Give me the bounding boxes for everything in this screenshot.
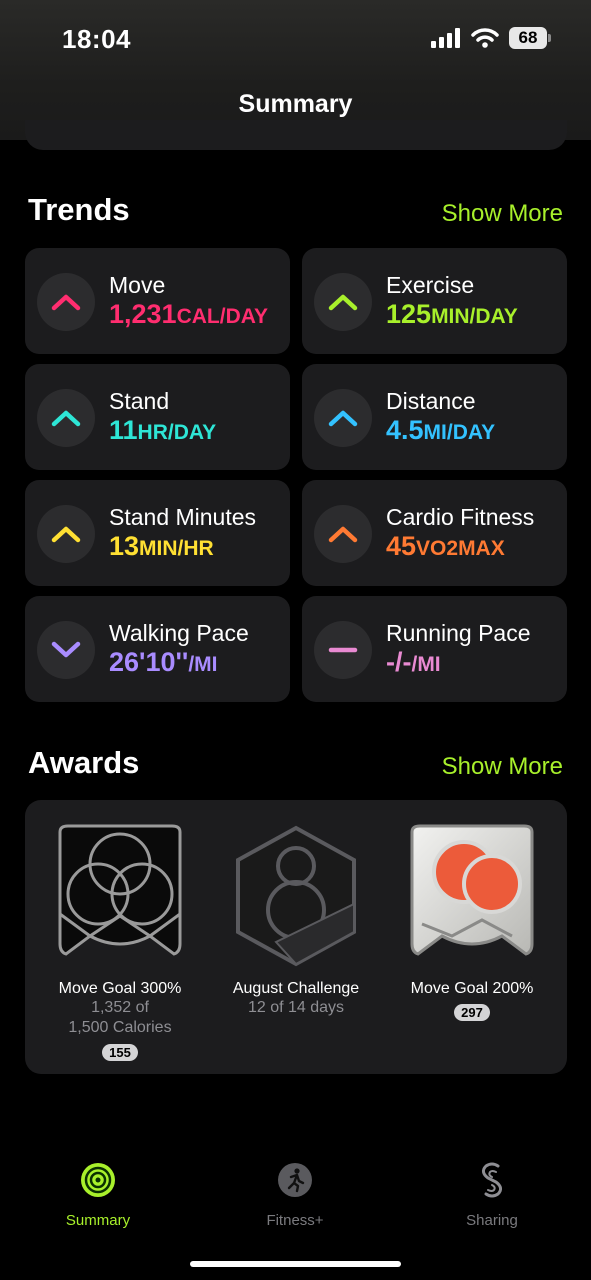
tab-fitness-plus[interactable]: Fitness+ [225, 1162, 365, 1229]
trend-card-move[interactable]: Move 1,231CAL/DAY [25, 248, 290, 354]
trend-card-distance[interactable]: Distance 4.5MI/DAY [302, 364, 567, 470]
trend-label: Exercise [386, 272, 475, 298]
trend-label: Stand Minutes [109, 504, 257, 530]
trend-value: 26'10''/MI [109, 647, 218, 677]
trend-card-running-pace[interactable]: Running Pace -/-/MI [302, 596, 567, 702]
trend-card-stand-minutes[interactable]: Stand Minutes 13MIN/HR [25, 480, 290, 586]
trend-value: 45VO2MAX [386, 531, 505, 561]
tab-sharing[interactable]: Sharing [422, 1162, 562, 1229]
trend-label: Cardio Fitness [386, 504, 535, 530]
award-count-badge: 297 [454, 1004, 490, 1021]
trend-value: 13MIN/HR [109, 531, 214, 561]
tab-summary[interactable]: Summary [28, 1162, 168, 1229]
awards-show-more-link[interactable]: Show More [442, 753, 563, 781]
award-progress: 12 of 14 days [247, 999, 345, 1016]
header-area: 18:04 68 Summary [0, 0, 591, 140]
tab-label: Summary [65, 1212, 131, 1229]
trend-card-walking-pace[interactable]: Walking Pace 26'10''/MI [25, 596, 290, 702]
sharing-icon [474, 1162, 510, 1198]
status-time: 18:04 [62, 24, 131, 54]
trend-label: Walking Pace [109, 620, 249, 646]
trend-card-stand[interactable]: Stand 11HR/DAY [25, 364, 290, 470]
battery-level: 68 [509, 27, 547, 49]
trends-title: Trends [28, 192, 130, 227]
august-challenge-badge-icon [236, 825, 356, 967]
trend-value: 4.5MI/DAY [386, 415, 496, 445]
award-move-goal-200[interactable]: Move Goal 200% 297 [382, 824, 562, 1022]
award-title: Move Goal 200% [410, 980, 534, 997]
tab-label: Fitness+ [266, 1212, 324, 1229]
awards-title: Awards [28, 745, 140, 780]
trends-grid: Move 1,231CAL/DAY Exercise 125MIN/DAY St… [25, 248, 567, 702]
page-title: Summary [238, 90, 353, 118]
trend-down-arrow-icon [37, 621, 95, 679]
move-goal-300-badge-icon [58, 824, 182, 956]
award-title: Move Goal 300% [58, 980, 182, 997]
trend-value: -/-/MI [386, 647, 441, 677]
trend-up-arrow-icon [314, 389, 372, 447]
trend-label: Distance [386, 388, 476, 414]
trend-up-arrow-icon [37, 273, 95, 331]
trend-up-arrow-icon [37, 389, 95, 447]
award-august-challenge[interactable]: August Challenge 12 of 14 days [206, 824, 386, 1018]
award-progress: 1,352 of [91, 999, 149, 1016]
home-indicator [190, 1261, 401, 1267]
tab-label: Sharing [466, 1212, 518, 1229]
runner-icon [277, 1162, 313, 1198]
awards-card: Move Goal 300% 1,352 of 1,500 Calories 1… [25, 800, 567, 1074]
status-icons: 68 [431, 27, 551, 49]
trend-card-cardio-fitness[interactable]: Cardio Fitness 45VO2MAX [302, 480, 567, 586]
trend-up-arrow-icon [314, 273, 372, 331]
trend-label: Move [109, 272, 166, 298]
award-progress-detail: 1,500 Calories [68, 1019, 172, 1036]
award-title: August Challenge [232, 980, 360, 997]
trend-value: 11HR/DAY [109, 415, 217, 445]
wifi-icon [471, 28, 499, 48]
trend-card-exercise[interactable]: Exercise 125MIN/DAY [302, 248, 567, 354]
trend-up-arrow-icon [37, 505, 95, 563]
trend-value: 125MIN/DAY [386, 299, 518, 329]
award-count-badge: 155 [102, 1044, 138, 1061]
award-move-goal-300[interactable]: Move Goal 300% 1,352 of 1,500 Calories 1… [30, 824, 210, 1062]
trend-flat-dash-icon [314, 621, 372, 679]
trends-show-more-link[interactable]: Show More [442, 200, 563, 228]
trend-label: Running Pace [386, 620, 531, 646]
cellular-signal-icon [431, 28, 460, 48]
battery-icon: 68 [509, 27, 551, 49]
activity-rings-icon [80, 1162, 116, 1198]
trend-value: 1,231CAL/DAY [109, 299, 268, 329]
trend-up-arrow-icon [314, 505, 372, 563]
trend-label: Stand [109, 388, 170, 414]
move-goal-200-badge-icon [410, 824, 534, 956]
previous-card-edge [25, 120, 567, 150]
tab-bar: Summary Fitness+ Sharing [0, 1150, 591, 1240]
